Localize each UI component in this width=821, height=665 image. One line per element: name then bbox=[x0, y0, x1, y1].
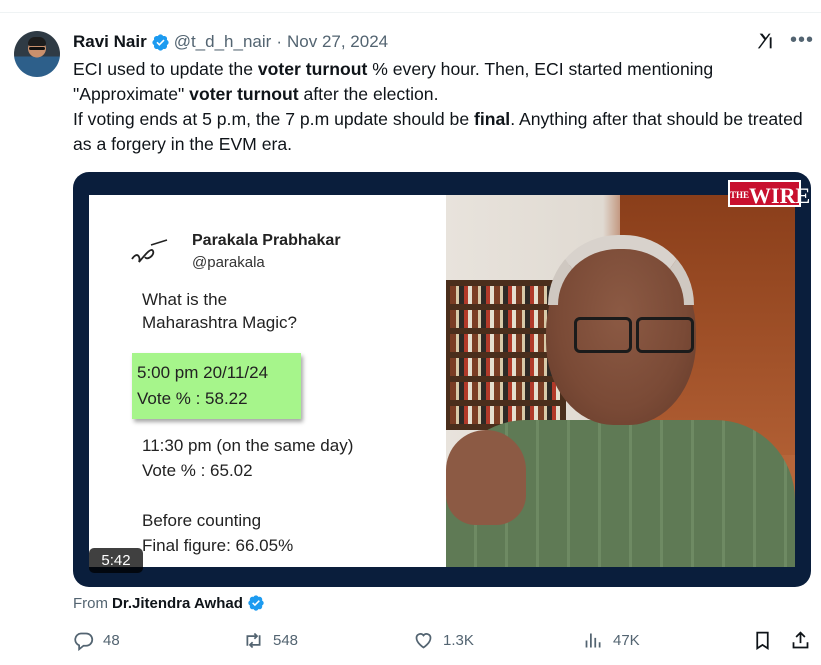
tweet-paragraph-1: ECI used to update the voter turnout % e… bbox=[73, 59, 714, 104]
share-icon bbox=[792, 631, 809, 649]
wire-logo: THEWIRE bbox=[728, 180, 810, 208]
video-frame bbox=[446, 195, 795, 567]
grok-icon[interactable] bbox=[756, 30, 778, 52]
tweet-header: Ravi Nair @t_d_h_nair · Nov 27, 2024 bbox=[73, 31, 388, 53]
highlight-line-2: Vote % : 58.22 bbox=[137, 389, 248, 408]
author-name[interactable]: Ravi Nair bbox=[73, 32, 147, 52]
share-button[interactable] bbox=[790, 630, 820, 651]
tweet-text: ECI used to update the voter turnout % e… bbox=[73, 57, 813, 157]
verified-badge-icon[interactable] bbox=[151, 33, 170, 52]
bookmark-button[interactable] bbox=[752, 630, 782, 651]
second-line-1: 11:30 pm (on the same day) bbox=[142, 436, 354, 455]
repost-icon bbox=[246, 632, 261, 649]
video-duration: 5:42 bbox=[89, 548, 143, 573]
speaker-glasses-left bbox=[574, 317, 632, 353]
views-icon bbox=[585, 633, 601, 648]
third-line-1: Before counting bbox=[142, 511, 262, 530]
third-line-2: Final figure: 66.05% bbox=[142, 536, 294, 555]
attribution-source[interactable]: Dr.Jitendra Awhad bbox=[112, 595, 243, 612]
verified-badge-icon bbox=[248, 595, 264, 611]
attribution: From Dr.Jitendra Awhad bbox=[73, 594, 265, 612]
avatar[interactable] bbox=[14, 31, 60, 77]
signature-logo bbox=[131, 239, 168, 263]
like-button[interactable]: 1.3K bbox=[413, 630, 474, 651]
video-player[interactable]: Parakala Prabhakar @parakala What is the… bbox=[73, 172, 811, 587]
reply-count: 48 bbox=[103, 632, 120, 649]
top-divider bbox=[0, 12, 821, 13]
speaker-glasses-right bbox=[636, 317, 694, 353]
avatar-glasses bbox=[29, 47, 45, 50]
separator-dot: · bbox=[276, 32, 282, 51]
slide-question-line-1: What is the bbox=[142, 290, 228, 309]
author-handle[interactable]: @t_d_h_nair bbox=[174, 32, 272, 52]
attribution-prefix: From bbox=[73, 594, 108, 612]
views-count: 47K bbox=[613, 632, 640, 649]
highlight-box: 5:00 pm 20/11/24 Vote % : 58.22 bbox=[132, 353, 301, 419]
slide-poster-name: Parakala Prabhakar bbox=[192, 232, 341, 249]
avatar-hair bbox=[28, 37, 46, 46]
repost-button[interactable]: 548 bbox=[243, 630, 298, 651]
like-count: 1.3K bbox=[443, 632, 474, 649]
second-line-2: Vote % : 65.02 bbox=[142, 461, 253, 480]
reply-button[interactable]: 48 bbox=[73, 630, 120, 651]
reply-icon bbox=[74, 632, 94, 651]
repost-count: 548 bbox=[273, 632, 299, 649]
slide-question: What is the Maharashtra Magic? bbox=[142, 288, 297, 334]
highlight-line-1: 5:00 pm 20/11/24 bbox=[137, 363, 269, 382]
tweet-date[interactable]: Nov 27, 2024 bbox=[287, 32, 388, 52]
tweet-paragraph-2: If voting ends at 5 p.m, the 7 p.m updat… bbox=[73, 109, 803, 154]
like-icon bbox=[415, 633, 432, 649]
bookmark-icon bbox=[756, 631, 769, 651]
action-bar: 48 548 1.3K 47K bbox=[73, 630, 813, 654]
speaker-hand bbox=[446, 430, 526, 525]
slide-poster-handle: @parakala bbox=[192, 254, 265, 271]
slide-question-line-2: Maharashtra Magic? bbox=[142, 313, 297, 332]
views-button[interactable]: 47K bbox=[583, 630, 640, 651]
more-icon[interactable]: ••• bbox=[790, 29, 814, 52]
overlay-slide: Parakala Prabhakar @parakala What is the… bbox=[89, 195, 446, 567]
